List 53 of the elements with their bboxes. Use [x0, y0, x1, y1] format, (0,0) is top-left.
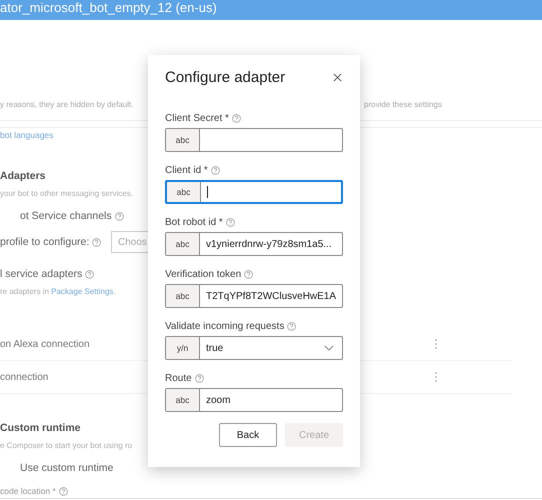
notice-text: y reasons, they are hidden by default.	[0, 100, 134, 108]
more-icon[interactable]	[434, 338, 438, 350]
input-field[interactable]: abc v1ynierrdnrw-y79z8sm1a5...	[165, 232, 343, 256]
help-icon[interactable]	[114, 212, 124, 220]
help-icon[interactable]	[226, 218, 235, 226]
help-icon[interactable]	[58, 486, 68, 496]
help-icon[interactable]	[92, 238, 102, 246]
input-field[interactable]: abc	[165, 180, 343, 204]
input-field[interactable]: abc T2TqYPf8T2WClusveHwE1A	[165, 284, 343, 308]
field-label: profile to configure:	[0, 236, 90, 248]
field-value: v1ynierrdnrw-y79z8sm1a5...	[205, 238, 333, 252]
type-prefix: abc	[166, 129, 200, 151]
help-icon[interactable]	[232, 114, 241, 122]
field-label: code location *	[0, 486, 56, 496]
back-button[interactable]: Back	[219, 423, 277, 447]
help-icon[interactable]	[194, 374, 204, 382]
help-icon[interactable]	[244, 270, 254, 278]
select-field[interactable]: y/n true	[165, 336, 343, 360]
field-value: true	[205, 342, 224, 356]
section-heading: Custom runtime	[0, 422, 81, 434]
field-label: Validate incoming requests	[165, 320, 284, 332]
connection-name: connection	[0, 372, 48, 382]
connection-name: on Alexa connection	[0, 338, 90, 350]
dialog-title: Configure adapter	[165, 68, 286, 86]
help-icon[interactable]	[210, 166, 220, 174]
close-icon[interactable]	[333, 72, 342, 82]
help-icon[interactable]	[287, 322, 296, 330]
field-label: Client id *	[165, 164, 208, 176]
description-text: your bot to other messaging services.	[0, 188, 133, 198]
type-prefix: abc	[167, 182, 201, 202]
notice-text: provide these settings	[364, 100, 442, 108]
type-prefix: abc	[166, 285, 200, 307]
input-field[interactable]: abc zoom	[165, 388, 343, 412]
field-label: Verification token	[165, 268, 242, 280]
subsection-heading: l service adapters	[0, 268, 82, 280]
field-label: Client Secret *	[165, 112, 229, 124]
subsection-heading: ot Service channels	[20, 210, 112, 222]
type-prefix: y/n	[166, 337, 200, 359]
help-icon[interactable]	[85, 270, 94, 278]
description-text: re adapters in Package Settings.	[0, 286, 116, 296]
input-field[interactable]: abc	[165, 128, 343, 152]
field-label: Bot robot id *	[165, 216, 223, 228]
field-value: T2TqYPf8T2WClusveHwE1A	[205, 290, 338, 304]
field-label: Route	[165, 372, 192, 384]
section-heading: Adapters	[0, 170, 46, 182]
chevron-down-icon[interactable]	[324, 345, 334, 351]
subsection-heading: Use custom runtime	[20, 462, 114, 474]
more-icon[interactable]	[434, 371, 438, 383]
project-title: ator_microsoft_bot_empty_12 (en-us)	[0, 0, 217, 14]
description-text: e Composer to start your bot using ru	[0, 440, 132, 450]
type-prefix: abc	[166, 233, 200, 255]
field-value: zoom	[205, 394, 232, 408]
type-prefix: abc	[166, 389, 200, 411]
